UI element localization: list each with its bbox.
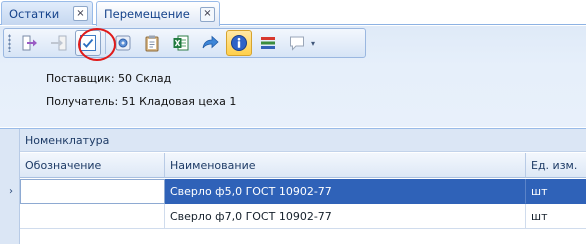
column-header-name[interactable]: Наименование (165, 153, 526, 178)
info-icon (231, 35, 247, 51)
export-arrow-icon (22, 35, 37, 51)
forward-button[interactable] (197, 30, 223, 56)
import-button[interactable] (46, 30, 72, 56)
clipboard-icon (145, 35, 159, 52)
receiver-text: Получатель: 51 Кладовая цеха 1 (46, 95, 237, 108)
tab-label: Остатки (9, 6, 60, 21)
import-arrow-icon (51, 35, 67, 51)
clipboard-button[interactable] (139, 30, 165, 56)
info-button[interactable] (226, 30, 252, 56)
column-header-unit[interactable]: Ед. изм. (526, 153, 586, 178)
checkmark-icon (80, 35, 96, 51)
comment-button[interactable] (284, 30, 310, 56)
designation-cell[interactable] (20, 204, 165, 229)
unit-cell[interactable]: шт (526, 204, 586, 229)
toolbar-grip[interactable] (8, 34, 11, 52)
name-cell[interactable]: Сверло ф7,0 ГОСТ 10902-77 (165, 204, 526, 229)
settings-button[interactable] (110, 30, 136, 56)
name-cell[interactable]: Сверло ф5,0 ГОСТ 10902-77 (165, 179, 526, 204)
speech-bubble-icon (290, 36, 304, 51)
table-row[interactable]: Сверло ф5,0 ГОСТ 10902-77 шт (20, 179, 586, 204)
excel-button[interactable] (168, 30, 194, 56)
unit-cell[interactable]: шт (526, 179, 586, 204)
group-header-label: Номенклатура (25, 133, 110, 147)
column-header-designation[interactable]: Обозначение (20, 153, 165, 178)
supplier-text: Поставщик: 50 Склад (46, 72, 172, 85)
designation-cell[interactable] (20, 179, 165, 204)
confirm-button[interactable] (75, 30, 101, 56)
toolbar-separator (105, 32, 106, 54)
forward-arrow-icon (202, 35, 219, 49)
close-icon[interactable]: × (73, 6, 88, 21)
tab-peremeshchenie[interactable]: Перемещение × (96, 1, 220, 26)
tab-bar: Остатки × Перемещение × (0, 0, 586, 26)
chevron-down-icon[interactable]: ▾ (311, 39, 315, 48)
tab-label: Перемещение (104, 7, 190, 21)
table-row[interactable]: Сверло ф7,0 ГОСТ 10902-77 шт (20, 204, 586, 229)
group-header: Номенклатура (20, 129, 586, 152)
excel-icon (173, 35, 189, 51)
document-panel: ▾ Поставщик: 50 Склад Получатель: 51 Кла… (0, 26, 586, 127)
toolbar: ▾ (3, 28, 366, 58)
export-button[interactable] (17, 30, 43, 56)
layers-icon (261, 37, 275, 49)
layers-button[interactable] (255, 30, 281, 56)
settings-icon (115, 35, 131, 51)
items-grid: Номенклатура Обозначение Наименование Ед… (0, 128, 586, 244)
close-icon[interactable]: × (200, 6, 215, 22)
current-row-marker: › (9, 186, 13, 197)
tab-ostatki[interactable]: Остатки × (1, 1, 93, 25)
